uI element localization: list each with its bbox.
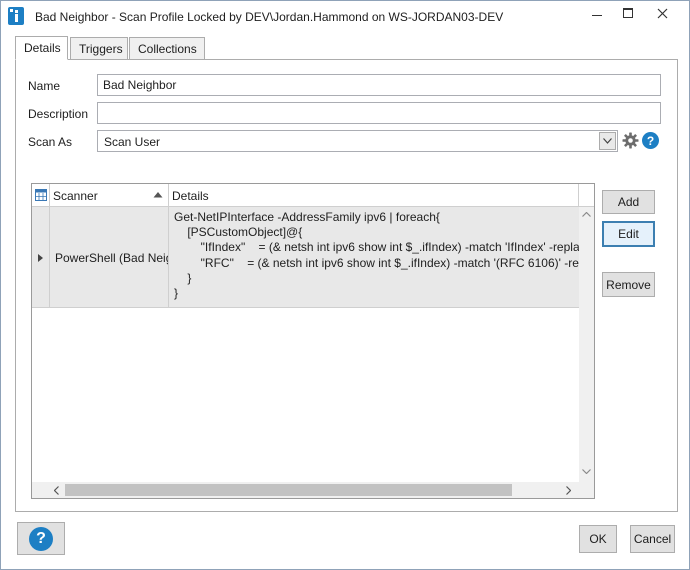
scroll-left-icon[interactable] [54,486,59,495]
row-indicator [32,207,50,307]
minimize-icon [592,14,602,16]
details-line: "RFC" = (& netsh int ipv6 show int $_.if… [174,255,579,270]
column-header-details[interactable]: Details [169,184,579,206]
caret-right-icon [38,254,43,262]
table-row[interactable]: PowerShell (Bad Neighbor) Get-NetIPInter… [32,207,579,308]
scroll-right-icon[interactable] [566,486,571,495]
cell-details: Get-NetIPInterface -AddressFamily ipv6 |… [169,207,579,307]
title-bar: Bad Neighbor - Scan Profile Locked by DE… [1,1,689,32]
maximize-icon [623,8,633,18]
details-line: } [174,270,192,285]
scan-as-select[interactable]: Scan User [97,130,618,152]
scroll-thumb[interactable] [65,484,512,496]
details-line: "IfIndex" = (& netsh int ipv6 show int $… [174,240,579,255]
grid-header: Scanner Details [32,184,594,207]
cell-scanner: PowerShell (Bad Neighbor) [50,207,169,307]
edit-button[interactable]: Edit [602,221,655,247]
maximize-button[interactable] [612,1,644,25]
help-icon: ? [29,526,53,551]
column-chooser-icon[interactable] [32,184,50,206]
window-title: Bad Neighbor - Scan Profile Locked by DE… [35,10,504,24]
name-label: Name [28,79,61,93]
details-line: Get-NetIPInterface -AddressFamily ipv6 |… [174,210,440,224]
minimize-button[interactable] [581,1,613,25]
scan-as-value: Scan User [104,135,161,149]
add-button[interactable]: Add [602,190,655,214]
scanner-grid: Scanner Details PowerShell (Bad Neighbor… [31,183,595,499]
close-button[interactable] [646,1,678,25]
description-label: Description [28,107,89,121]
scan-profile-window: Bad Neighbor - Scan Profile Locked by DE… [0,0,690,570]
sort-ascending-icon [153,192,163,198]
name-input[interactable] [97,74,661,96]
help-button[interactable]: ? [17,522,65,555]
details-line: [PSCustomObject]@{ [174,225,303,240]
vertical-scrollbar[interactable] [579,207,594,482]
column-header-scanner[interactable]: Scanner [50,184,169,206]
ok-button[interactable]: OK [579,525,617,553]
remove-button[interactable]: Remove [602,272,655,297]
scroll-up-icon[interactable] [582,212,591,217]
horizontal-scrollbar[interactable] [32,482,579,498]
tab-triggers[interactable]: Triggers [70,37,128,60]
chevron-down-icon[interactable] [599,132,616,150]
scroll-corner [579,482,594,498]
description-input[interactable] [97,102,661,124]
tab-collections[interactable]: Collections [129,37,205,60]
details-line: } [174,285,179,300]
app-info-icon [8,7,24,25]
scroll-down-icon[interactable] [582,469,591,474]
scan-as-label: Scan As [28,135,73,149]
close-icon [657,8,667,18]
help-icon[interactable]: ? [642,132,659,149]
cancel-button[interactable]: Cancel [630,525,675,553]
tab-details[interactable]: Details [15,36,68,60]
gear-icon[interactable] [622,132,639,149]
